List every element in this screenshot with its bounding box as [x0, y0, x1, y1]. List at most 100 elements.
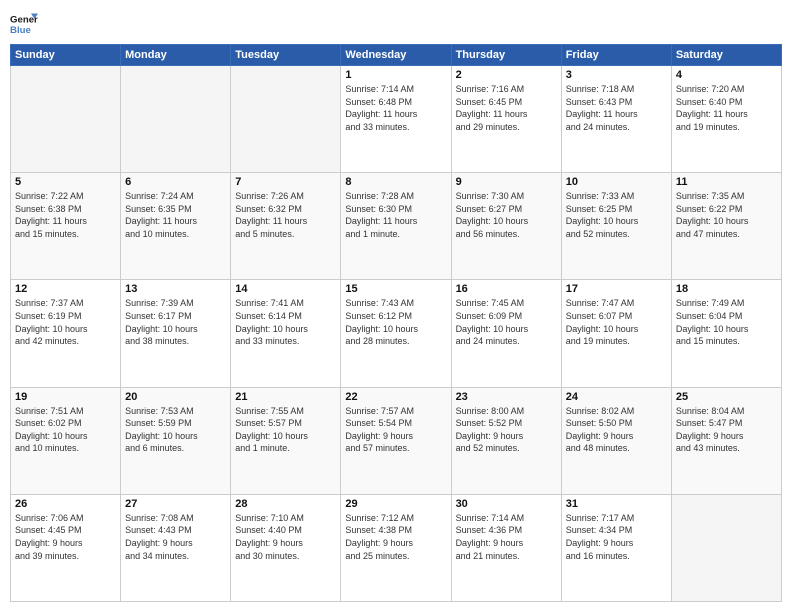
day-number: 26: [15, 498, 116, 510]
day-number: 10: [566, 176, 667, 188]
calendar-week-3: 12Sunrise: 7:37 AM Sunset: 6:19 PM Dayli…: [11, 280, 782, 387]
day-number: 3: [566, 69, 667, 81]
day-number: 5: [15, 176, 116, 188]
day-number: 9: [456, 176, 557, 188]
weekday-header-sunday: Sunday: [11, 45, 121, 66]
day-number: 28: [235, 498, 336, 510]
weekday-header-monday: Monday: [121, 45, 231, 66]
calendar-cell: 28 Sunrise: 7:10 AM Sunset: 4:40 PM Dayli…: [231, 494, 341, 601]
day-number: 8: [345, 176, 446, 188]
calendar-cell: 23 Sunrise: 8:00 AM Sunset: 5:52 PM Dayli…: [451, 387, 561, 494]
day-number: 16: [456, 283, 557, 295]
day-number: 2: [456, 69, 557, 81]
day-info: Sunrise: 8:00 AM Sunset: 5:52 PM Dayligh…: [456, 405, 557, 455]
day-info: Sunrise: 7:08 AM Sunset: 4:43 PM Dayligh…: [125, 512, 226, 562]
day-number: 19: [15, 391, 116, 403]
weekday-header-wednesday: Wednesday: [341, 45, 451, 66]
calendar-cell: 1 Sunrise: 7:14 AM Sunset: 6:48 PM Daylig…: [341, 66, 451, 173]
day-number: 27: [125, 498, 226, 510]
calendar-cell: 5 Sunrise: 7:22 AM Sunset: 6:38 PM Daylig…: [11, 173, 121, 280]
calendar-week-4: 19 Sunrise: 7:51 AM Sunset: 6:02 PM Dayli…: [11, 387, 782, 494]
day-info: Sunrise: 7:22 AM Sunset: 6:38 PM Dayligh…: [15, 190, 116, 240]
day-number: 1: [345, 69, 446, 81]
calendar-cell: 2Sunrise: 7:16 AM Sunset: 6:45 PM Daylig…: [451, 66, 561, 173]
weekday-header-saturday: Saturday: [671, 45, 781, 66]
calendar-week-1: 1 Sunrise: 7:14 AM Sunset: 6:48 PM Daylig…: [11, 66, 782, 173]
day-info: Sunrise: 7:28 AM Sunset: 6:30 PM Dayligh…: [345, 190, 446, 240]
day-info: Sunrise: 8:04 AM Sunset: 5:47 PM Dayligh…: [676, 405, 777, 455]
calendar-cell: 17 Sunrise: 7:47 AM Sunset: 6:07 PM Dayli…: [561, 280, 671, 387]
calendar-cell: 6 Sunrise: 7:24 AM Sunset: 6:35 PM Daylig…: [121, 173, 231, 280]
calendar-cell: 22 Sunrise: 7:57 AM Sunset: 5:54 PM Dayli…: [341, 387, 451, 494]
day-number: 30: [456, 498, 557, 510]
day-number: 7: [235, 176, 336, 188]
day-info: Sunrise: 7:47 AM Sunset: 6:07 PM Dayligh…: [566, 297, 667, 347]
calendar-cell: 13 Sunrise: 7:39 AM Sunset: 6:17 PM Dayli…: [121, 280, 231, 387]
day-number: 24: [566, 391, 667, 403]
day-number: 20: [125, 391, 226, 403]
calendar-cell: 27 Sunrise: 7:08 AM Sunset: 4:43 PM Dayli…: [121, 494, 231, 601]
day-number: 23: [456, 391, 557, 403]
calendar-cell: 7Sunrise: 7:26 AM Sunset: 6:32 PM Daylig…: [231, 173, 341, 280]
day-info: Sunrise: 7:20 AM Sunset: 6:40 PM Dayligh…: [676, 83, 777, 133]
day-number: 4: [676, 69, 777, 81]
calendar-cell: 18 Sunrise: 7:49 AM Sunset: 6:04 PM Dayli…: [671, 280, 781, 387]
calendar-cell: 24Sunrise: 8:02 AM Sunset: 5:50 PM Dayli…: [561, 387, 671, 494]
calendar-cell: 31Sunrise: 7:17 AM Sunset: 4:34 PM Dayli…: [561, 494, 671, 601]
day-info: Sunrise: 7:33 AM Sunset: 6:25 PM Dayligh…: [566, 190, 667, 240]
logo: General Blue: [10, 10, 38, 38]
day-info: Sunrise: 7:55 AM Sunset: 5:57 PM Dayligh…: [235, 405, 336, 455]
day-number: 25: [676, 391, 777, 403]
day-number: 17: [566, 283, 667, 295]
day-number: 6: [125, 176, 226, 188]
calendar-cell: 25 Sunrise: 8:04 AM Sunset: 5:47 PM Dayli…: [671, 387, 781, 494]
day-info: Sunrise: 7:10 AM Sunset: 4:40 PM Dayligh…: [235, 512, 336, 562]
day-info: Sunrise: 7:53 AM Sunset: 5:59 PM Dayligh…: [125, 405, 226, 455]
day-info: Sunrise: 7:06 AM Sunset: 4:45 PM Dayligh…: [15, 512, 116, 562]
day-info: Sunrise: 7:30 AM Sunset: 6:27 PM Dayligh…: [456, 190, 557, 240]
calendar-cell: 11 Sunrise: 7:35 AM Sunset: 6:22 PM Dayli…: [671, 173, 781, 280]
calendar-cell: 12Sunrise: 7:37 AM Sunset: 6:19 PM Dayli…: [11, 280, 121, 387]
calendar-week-2: 5 Sunrise: 7:22 AM Sunset: 6:38 PM Daylig…: [11, 173, 782, 280]
weekday-header-row: SundayMondayTuesdayWednesdayThursdayFrid…: [11, 45, 782, 66]
calendar-cell: 26 Sunrise: 7:06 AM Sunset: 4:45 PM Dayli…: [11, 494, 121, 601]
day-number: 18: [676, 283, 777, 295]
calendar-cell: 14 Sunrise: 7:41 AM Sunset: 6:14 PM Dayli…: [231, 280, 341, 387]
day-number: 13: [125, 283, 226, 295]
calendar-cell: 3 Sunrise: 7:18 AM Sunset: 6:43 PM Daylig…: [561, 66, 671, 173]
calendar-cell: 10 Sunrise: 7:33 AM Sunset: 6:25 PM Dayli…: [561, 173, 671, 280]
day-number: 11: [676, 176, 777, 188]
weekday-header-thursday: Thursday: [451, 45, 561, 66]
day-number: 14: [235, 283, 336, 295]
day-info: Sunrise: 7:18 AM Sunset: 6:43 PM Dayligh…: [566, 83, 667, 133]
header: General Blue: [10, 10, 782, 38]
day-number: 15: [345, 283, 446, 295]
weekday-header-tuesday: Tuesday: [231, 45, 341, 66]
day-info: Sunrise: 7:43 AM Sunset: 6:12 PM Dayligh…: [345, 297, 446, 347]
calendar-cell: 30 Sunrise: 7:14 AM Sunset: 4:36 PM Dayli…: [451, 494, 561, 601]
day-info: Sunrise: 7:12 AM Sunset: 4:38 PM Dayligh…: [345, 512, 446, 562]
svg-text:Blue: Blue: [10, 25, 31, 36]
day-info: Sunrise: 7:51 AM Sunset: 6:02 PM Dayligh…: [15, 405, 116, 455]
day-info: Sunrise: 7:35 AM Sunset: 6:22 PM Dayligh…: [676, 190, 777, 240]
logo-icon: General Blue: [10, 10, 38, 38]
calendar-cell: [11, 66, 121, 173]
weekday-header-friday: Friday: [561, 45, 671, 66]
day-number: 22: [345, 391, 446, 403]
day-number: 29: [345, 498, 446, 510]
day-info: Sunrise: 7:57 AM Sunset: 5:54 PM Dayligh…: [345, 405, 446, 455]
day-info: Sunrise: 7:14 AM Sunset: 4:36 PM Dayligh…: [456, 512, 557, 562]
day-info: Sunrise: 7:39 AM Sunset: 6:17 PM Dayligh…: [125, 297, 226, 347]
day-info: Sunrise: 7:49 AM Sunset: 6:04 PM Dayligh…: [676, 297, 777, 347]
calendar-cell: 4 Sunrise: 7:20 AM Sunset: 6:40 PM Daylig…: [671, 66, 781, 173]
calendar-cell: 29 Sunrise: 7:12 AM Sunset: 4:38 PM Dayli…: [341, 494, 451, 601]
day-info: Sunrise: 7:37 AM Sunset: 6:19 PM Dayligh…: [15, 297, 116, 347]
calendar-cell: 9 Sunrise: 7:30 AM Sunset: 6:27 PM Daylig…: [451, 173, 561, 280]
day-info: Sunrise: 7:17 AM Sunset: 4:34 PM Dayligh…: [566, 512, 667, 562]
calendar-cell: 19 Sunrise: 7:51 AM Sunset: 6:02 PM Dayli…: [11, 387, 121, 494]
day-info: Sunrise: 7:24 AM Sunset: 6:35 PM Dayligh…: [125, 190, 226, 240]
day-info: Sunrise: 7:41 AM Sunset: 6:14 PM Dayligh…: [235, 297, 336, 347]
calendar-cell: [671, 494, 781, 601]
page: General Blue SundayMondayTuesdayWednesda…: [0, 0, 792, 612]
day-info: Sunrise: 7:14 AM Sunset: 6:48 PM Dayligh…: [345, 83, 446, 133]
